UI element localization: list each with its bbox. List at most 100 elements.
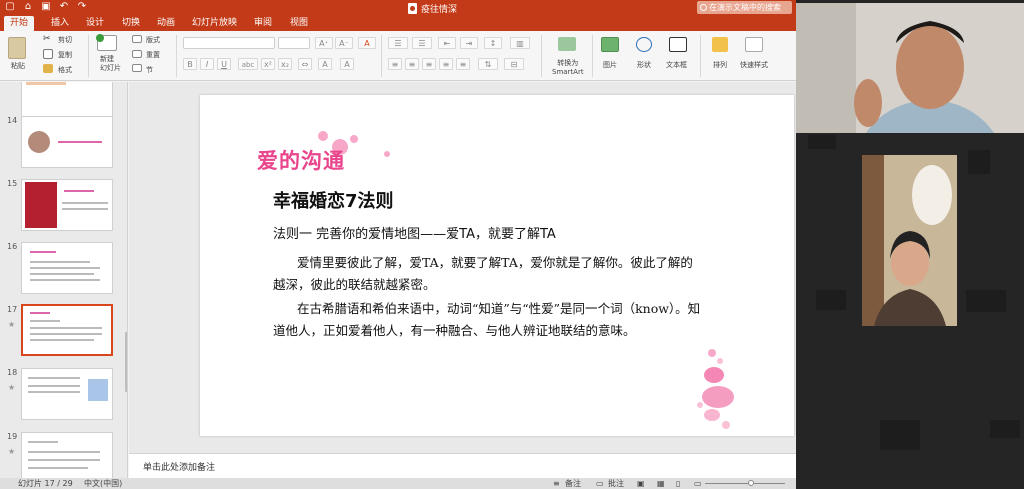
zoom-slider[interactable] xyxy=(705,483,785,484)
paste-icon[interactable] xyxy=(8,37,26,59)
align-right-icon[interactable]: ≡ xyxy=(422,58,436,70)
textbox-icon[interactable] xyxy=(669,37,687,52)
shape-button[interactable]: 形状 xyxy=(637,60,651,70)
layout-icon[interactable] xyxy=(132,35,142,43)
justify-icon[interactable]: ≡ xyxy=(439,58,453,70)
strikethrough-icon[interactable]: abc xyxy=(238,58,258,70)
normal-view-icon[interactable]: ▣ xyxy=(637,478,645,489)
pixel-block xyxy=(990,420,1020,438)
font-color-icon[interactable]: A xyxy=(340,58,354,70)
columns-icon[interactable]: ▥ xyxy=(510,37,530,49)
bold-icon[interactable]: B xyxy=(183,58,197,70)
format-painter-icon[interactable] xyxy=(43,64,53,73)
reading-view-icon[interactable]: ▯ xyxy=(676,478,680,489)
arrange-button[interactable]: 排列 xyxy=(713,60,727,70)
increase-indent-icon[interactable]: ⇥ xyxy=(460,37,478,49)
tab-slideshow[interactable]: 幻灯片放映 xyxy=(186,16,243,31)
grow-font-icon[interactable]: A⁺ xyxy=(315,37,333,49)
redo-icon[interactable]: ↷ xyxy=(76,1,88,13)
reset-button[interactable]: 重置 xyxy=(146,50,160,60)
decrease-indent-icon[interactable]: ⇤ xyxy=(438,37,456,49)
arrange-icon[interactable] xyxy=(712,37,728,52)
text-direction-icon[interactable]: ⇅ xyxy=(478,58,498,70)
slide-canvas[interactable]: 爱的沟通 幸福婚恋7法则 法则一 完善你的爱情地图——爱TA，就要了解TA 爱情… xyxy=(200,95,794,436)
participant-silhouette xyxy=(796,3,1024,133)
tab-design[interactable]: 设计 xyxy=(80,16,110,31)
line-spacing-icon[interactable]: ↕ xyxy=(484,37,502,49)
distributed-icon[interactable]: ≡ xyxy=(456,58,470,70)
font-size-select[interactable] xyxy=(278,37,310,49)
status-bar: 幻灯片 17 / 29 中文(中国) ≡ 备注 ▭ 批注 ▣ ▦ ▯ ▭ xyxy=(0,478,796,489)
convert-smartart-button[interactable]: 转换为 SmartArt xyxy=(552,59,584,77)
participant-video-main[interactable] xyxy=(796,3,1024,133)
zoom-slider-thumb[interactable] xyxy=(748,480,754,486)
char-spacing-icon[interactable]: ⇔ xyxy=(298,58,312,70)
thumb-image xyxy=(28,131,50,153)
copy-icon[interactable] xyxy=(43,49,53,59)
undo-icon[interactable]: ↶ xyxy=(58,1,70,13)
search-icon xyxy=(700,4,707,11)
slide-thumbnail-selected[interactable] xyxy=(21,304,113,356)
powerpoint-doc-icon xyxy=(408,3,417,14)
save-icon[interactable]: ▣ xyxy=(40,1,52,13)
font-name-select[interactable] xyxy=(183,37,275,49)
shape-icon[interactable] xyxy=(636,37,652,52)
tab-insert[interactable]: 插入 xyxy=(45,16,75,31)
slideshow-icon[interactable]: ▭ xyxy=(694,478,702,489)
shrink-font-icon[interactable]: A⁻ xyxy=(335,37,353,49)
picture-button[interactable]: 图片 xyxy=(603,60,617,70)
notes-placeholder: 单击此处添加备注 xyxy=(143,463,216,473)
clear-format-icon[interactable]: A xyxy=(358,37,376,49)
format-painter-button[interactable]: 格式 xyxy=(58,65,72,75)
thumbnail-scrollbar[interactable] xyxy=(125,332,127,392)
bullets-icon[interactable]: ☰ xyxy=(388,37,408,49)
superscript-icon[interactable]: x² xyxy=(261,58,275,70)
quick-styles-button[interactable]: 快速样式 xyxy=(740,60,768,70)
slide-thumbnail[interactable] xyxy=(21,432,113,478)
copy-button[interactable]: 复制 xyxy=(58,50,72,60)
slide-sorter-icon[interactable]: ▦ xyxy=(657,478,665,489)
tab-transitions[interactable]: 切换 xyxy=(116,16,146,31)
reset-icon[interactable] xyxy=(132,50,142,58)
slide-thumbnail[interactable] xyxy=(21,368,113,420)
slide-thumbnail[interactable] xyxy=(21,116,113,168)
pink-hearts-decoration xyxy=(697,349,734,429)
slide-thumbnail[interactable] xyxy=(21,242,113,294)
home-icon[interactable]: ⌂ xyxy=(22,1,34,13)
text-highlight-icon[interactable]: A xyxy=(318,58,332,70)
slide-thumbnail[interactable] xyxy=(21,179,113,231)
tab-animations[interactable]: 动画 xyxy=(151,16,181,31)
slide-paragraph: 爱情里要彼此了解，爱TA，就要了解TA，爱你就是了解你。彼此了解的越深，彼此的联… xyxy=(273,255,693,292)
ribbon-divider xyxy=(176,35,177,77)
search-input[interactable]: 在演示文稿中的搜索 xyxy=(697,1,792,14)
subscript-icon[interactable]: x₂ xyxy=(278,58,292,70)
notes-toggle-button[interactable]: 备注 xyxy=(565,478,581,489)
notes-icon[interactable]: ≡ xyxy=(553,478,560,489)
quick-styles-icon[interactable] xyxy=(745,37,763,52)
cut-icon[interactable]: ✂ xyxy=(43,34,51,44)
sidebar-toggle-icon[interactable]: ▢ xyxy=(4,1,16,13)
section-button[interactable]: 节 xyxy=(146,65,153,75)
textbox-button[interactable]: 文本框 xyxy=(666,60,687,70)
align-center-icon[interactable]: ≡ xyxy=(405,58,419,70)
section-icon[interactable] xyxy=(132,64,142,72)
smartart-icon[interactable] xyxy=(558,37,576,51)
layout-button[interactable]: 版式 xyxy=(146,35,160,45)
cut-button[interactable]: 剪切 xyxy=(58,35,72,45)
underline-icon[interactable]: U xyxy=(217,58,231,70)
align-text-icon[interactable]: ⊟ xyxy=(504,58,524,70)
numbering-icon[interactable]: ☰ xyxy=(412,37,432,49)
tab-view[interactable]: 视图 xyxy=(284,16,314,31)
comments-toggle-button[interactable]: 批注 xyxy=(608,478,624,489)
align-left-icon[interactable]: ≡ xyxy=(388,58,402,70)
italic-icon[interactable]: I xyxy=(200,58,214,70)
participant-video-secondary[interactable] xyxy=(862,155,957,326)
tab-review[interactable]: 审阅 xyxy=(248,16,278,31)
picture-icon[interactable] xyxy=(601,37,619,52)
search-placeholder: 在演示文稿中的搜索 xyxy=(709,3,781,12)
tab-home[interactable]: 开始 xyxy=(4,16,35,31)
comments-icon[interactable]: ▭ xyxy=(596,478,604,489)
notes-pane[interactable]: 单击此处添加备注 xyxy=(129,453,796,478)
new-slide-button[interactable]: 新建 幻灯片 xyxy=(100,55,121,73)
slide-heading: 幸福婚恋7法则 xyxy=(273,191,394,212)
